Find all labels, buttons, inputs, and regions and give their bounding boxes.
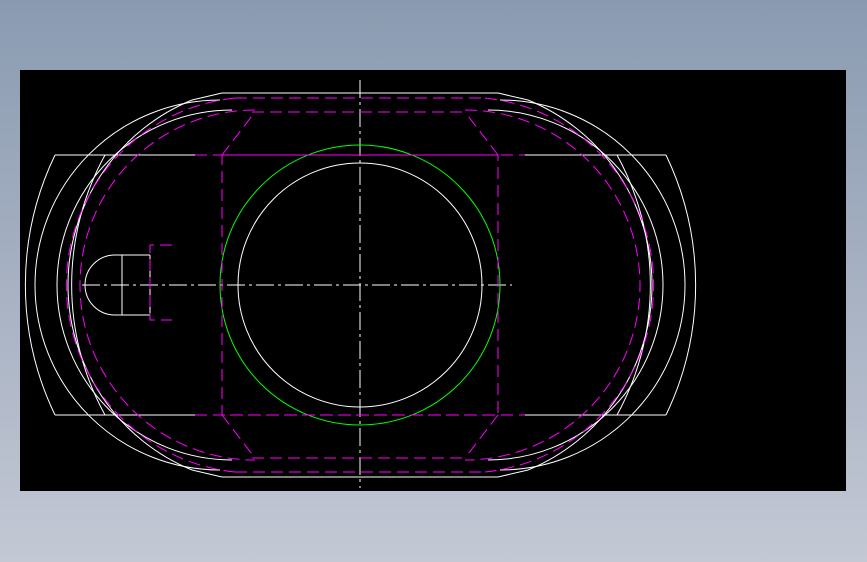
- hidden-diagonal-bl: [221, 414, 256, 459]
- top-flat-right-chamfer: [497, 92, 529, 101]
- hidden-diagonal-tr: [464, 111, 499, 156]
- right-flange-inner-arc: [616, 154, 651, 416]
- top-flat-left-chamfer: [191, 92, 223, 101]
- center-lines: [82, 80, 512, 488]
- body-arc-inner-right: [487, 109, 664, 461]
- hidden-diagonal-tl: [221, 111, 256, 156]
- cad-drawing: [24, 80, 697, 488]
- cad-viewport[interactable]: [20, 70, 846, 491]
- bottom-flat-right-chamfer: [497, 469, 529, 478]
- right-flange-outer-arc: [665, 154, 697, 416]
- bottom-flat-left-chamfer: [191, 469, 223, 478]
- left-flange-outer-arc: [24, 154, 56, 416]
- hidden-diagonal-br: [464, 414, 499, 459]
- hidden-lube-passage: [149, 244, 172, 321]
